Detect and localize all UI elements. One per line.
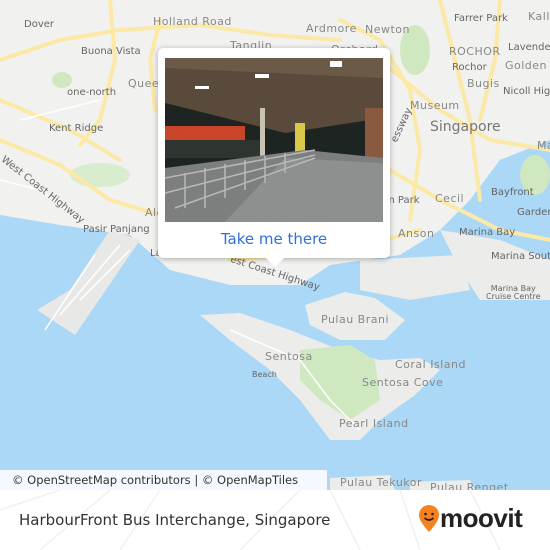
bus-interchange-photo xyxy=(165,58,383,222)
map-label: Museum xyxy=(410,99,460,112)
map-label: Pulau Tekukor xyxy=(340,476,423,489)
map-label: Pasir Panjang xyxy=(83,224,150,235)
location-popup: Take me there xyxy=(158,48,390,267)
map-label: Coral Island xyxy=(395,358,466,371)
map-label: Sentosa xyxy=(265,350,313,363)
map-label: Marina Bay Cruise Centre xyxy=(486,284,541,301)
map-label: Marina Bay xyxy=(459,227,516,238)
map-label: Ardmore xyxy=(306,22,357,35)
map-label: Cecil xyxy=(435,192,465,205)
map-label: Holland Road xyxy=(153,15,232,28)
map-label: Golden M xyxy=(505,59,550,72)
map-label: Gardens xyxy=(517,207,550,218)
take-me-there-link[interactable]: Take me there xyxy=(158,230,390,248)
map-label: Pulau Brani xyxy=(321,313,390,326)
map-label: Buona Vista xyxy=(81,46,141,57)
map-label: Singapore xyxy=(430,119,501,135)
moovit-wordmark: moovit xyxy=(440,503,523,533)
map-label: one-north xyxy=(67,87,117,98)
map-label: Ma xyxy=(537,139,550,152)
map-label: Kent Ridge xyxy=(49,123,104,134)
location-photo xyxy=(165,58,383,222)
moovit-pin-icon xyxy=(419,504,439,532)
map-label: Rochor xyxy=(452,62,487,73)
map-label: Marina South P xyxy=(491,251,550,262)
map-label: Sentosa Cove xyxy=(362,376,444,389)
map-label: m Park xyxy=(385,195,420,206)
map-attribution[interactable]: © OpenStreetMap contributors | © OpenMap… xyxy=(0,470,327,490)
map-label: Pulau Renget xyxy=(430,481,509,490)
map-label: Kalla xyxy=(528,10,550,23)
park xyxy=(52,72,72,88)
map-label: Dover xyxy=(24,19,54,30)
map-label: Newton xyxy=(365,23,411,36)
map-label: Nicoll Highw xyxy=(503,86,550,97)
map-label: Pearl Island xyxy=(339,417,409,430)
map-label: Anson xyxy=(398,227,435,240)
map-label: Farrer Park xyxy=(454,13,508,24)
map-label: ROCHOR xyxy=(449,45,501,58)
map-label: Bayfront xyxy=(491,187,534,198)
moovit-logo[interactable]: moovit xyxy=(418,503,523,534)
map-label: Bugis xyxy=(467,77,500,90)
park xyxy=(70,163,130,187)
map-label: Beach xyxy=(252,370,277,379)
map-label: Lavender xyxy=(508,42,550,53)
place-title: HarbourFront Bus Interchange, Singapore xyxy=(19,511,331,529)
